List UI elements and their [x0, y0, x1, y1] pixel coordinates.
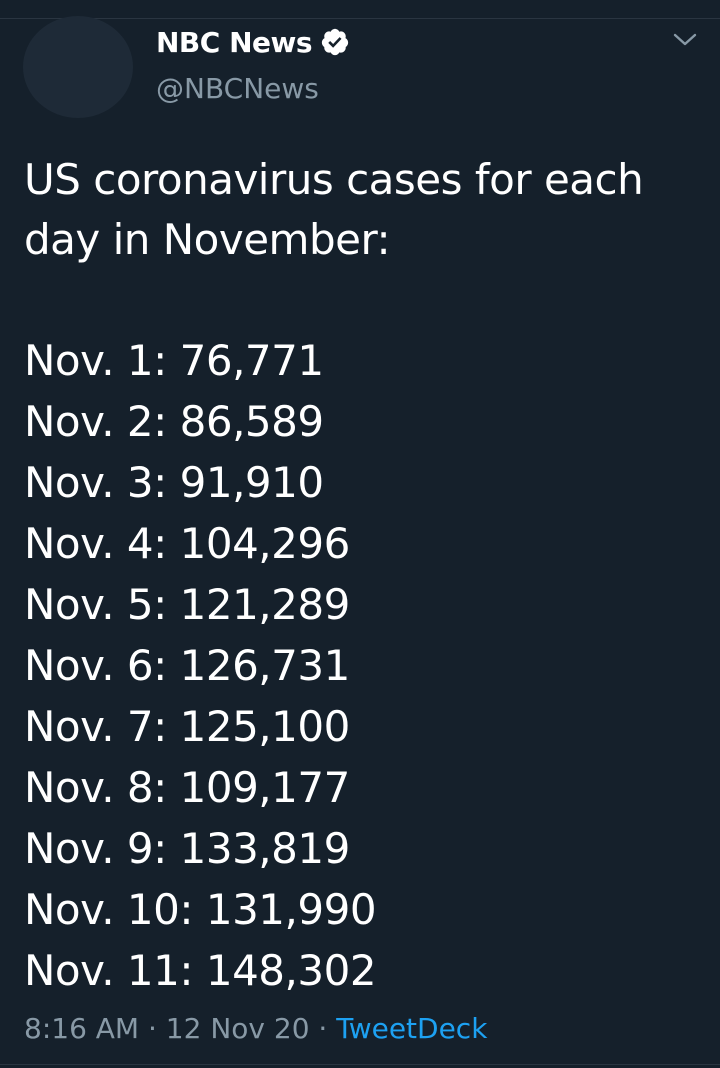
tweet-intro: US coronavirus cases for each day in Nov… [24, 155, 644, 264]
case-line: Nov. 1: 76,771 [24, 336, 324, 385]
bottom-divider [0, 1064, 720, 1065]
avatar[interactable] [23, 16, 133, 118]
tweet-time[interactable]: 8:16 AM [24, 1012, 139, 1045]
verified-badge-icon [321, 28, 349, 56]
case-line: Nov. 8: 109,177 [24, 763, 350, 812]
meta-separator: · [309, 1012, 337, 1045]
case-line: Nov. 9: 133,819 [24, 824, 350, 873]
case-line: Nov. 10: 131,990 [24, 885, 377, 934]
case-line: Nov. 4: 104,296 [24, 519, 350, 568]
tweet-source-link[interactable]: TweetDeck [336, 1012, 487, 1045]
case-line: Nov. 11: 148,302 [24, 946, 377, 995]
case-line: Nov. 5: 121,289 [24, 580, 350, 629]
tweet-meta: 8:16 AM · 12 Nov 20 · TweetDeck [24, 1012, 487, 1045]
name-row: NBC News [156, 22, 350, 62]
top-divider [0, 18, 720, 19]
case-line: Nov. 2: 86,589 [24, 397, 324, 446]
handle[interactable]: @NBCNews [156, 72, 350, 105]
case-line: Nov. 6: 126,731 [24, 641, 350, 690]
meta-separator: · [139, 1012, 166, 1045]
case-line: Nov. 7: 125,100 [24, 702, 350, 751]
display-name[interactable]: NBC News [156, 26, 313, 59]
tweet-date[interactable]: 12 Nov 20 [166, 1012, 310, 1045]
chevron-down-icon[interactable] [672, 30, 698, 50]
tweet-case-list: Nov. 1: 76,771 Nov. 2: 86,589 Nov. 3: 91… [24, 330, 377, 1001]
tweet-author[interactable]: NBC News @NBCNews [156, 22, 350, 105]
case-line: Nov. 3: 91,910 [24, 458, 324, 507]
